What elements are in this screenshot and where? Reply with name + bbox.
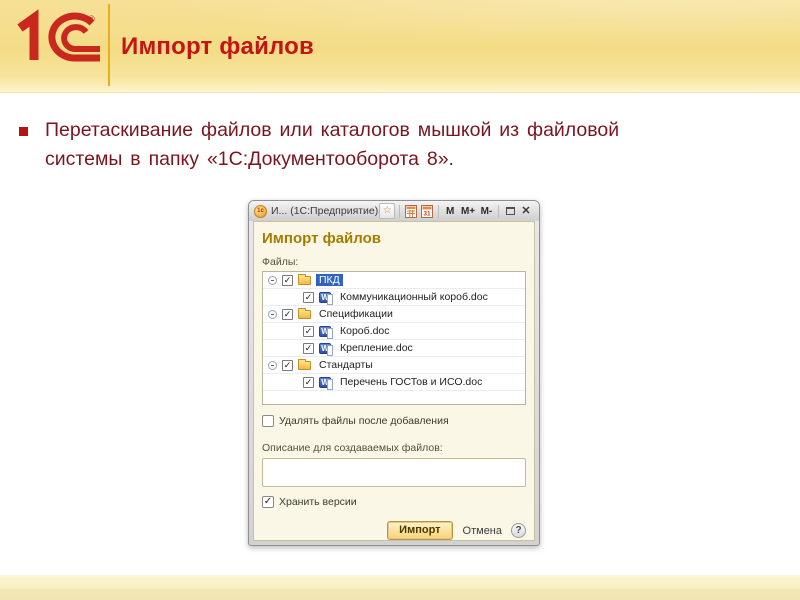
calendar-button[interactable]: 31 xyxy=(420,203,434,219)
tree-row-label[interactable]: Короб.doc xyxy=(337,325,393,337)
bullet-marker-icon xyxy=(19,127,28,136)
help-button[interactable]: ? xyxy=(511,523,526,538)
titlebar-separator xyxy=(399,204,401,218)
slide-footer xyxy=(0,575,800,600)
tree-row-label[interactable]: Перечень ГОСТов и ИСО.doc xyxy=(337,376,485,388)
memory-button-label: M+ xyxy=(460,205,476,217)
description-input[interactable] xyxy=(262,458,526,487)
tree-row-label[interactable]: Крепление.doc xyxy=(337,342,416,354)
titlebar-separator xyxy=(498,204,499,218)
registered-mark: ® xyxy=(88,14,95,24)
row-checkbox[interactable]: ✓ xyxy=(282,274,293,286)
presentation-slide: ® Импорт файлов Перетаскивание файлов ил… xyxy=(0,0,800,600)
delete-after-add-checkbox[interactable] xyxy=(262,415,274,427)
tree-row[interactable]: ✓ Спецификации xyxy=(263,306,525,323)
favorites-button[interactable]: ☆ xyxy=(379,203,396,219)
calendar-icon: 31 xyxy=(421,204,434,218)
bullet-block: Перетаскивание файлов или каталогов мышк… xyxy=(18,116,758,174)
keep-versions-checkbox-row[interactable]: ✓ Хранить версии xyxy=(262,496,526,508)
word-document-icon: W xyxy=(319,325,333,339)
tree-row[interactable]: ✓ W Перечень ГОСТов и ИСО.doc xyxy=(263,374,525,391)
word-document-icon: W xyxy=(319,376,333,390)
1c-app-icon: 1с xyxy=(254,204,267,218)
tree-row-label[interactable]: Коммуникационный короб.doc xyxy=(337,291,491,303)
memory-button-label: M- xyxy=(480,205,493,217)
row-checkbox[interactable]: ✓ xyxy=(303,342,314,354)
folder-icon xyxy=(298,273,311,285)
import-button[interactable]: Импорт xyxy=(387,521,453,540)
slide-title: Импорт файлов xyxy=(121,33,314,60)
memory-button-m-minus[interactable]: M- xyxy=(479,203,494,219)
description-label: Описание для создаваемых файлов: xyxy=(262,442,443,454)
slide-header: ® Импорт файлов xyxy=(0,0,800,93)
delete-after-add-checkbox-row[interactable]: Удалять файлы после добавления xyxy=(262,415,526,427)
collapse-expander-icon[interactable] xyxy=(268,360,277,370)
bullet-text-line: системы в папку «1С:Документооборота 8». xyxy=(45,148,454,170)
collapse-expander-icon[interactable] xyxy=(268,309,277,319)
header-divider xyxy=(108,4,110,86)
memory-button-label: M xyxy=(446,205,455,217)
memory-button-m-plus[interactable]: M+ xyxy=(459,203,477,219)
calculator-button[interactable] xyxy=(404,203,418,219)
tree-empty-row xyxy=(263,391,525,404)
row-checkbox[interactable]: ✓ xyxy=(303,325,314,337)
dialog-window-title: И... (1С:Предприятие) xyxy=(271,205,379,217)
dialog-heading: Импорт файлов xyxy=(262,230,381,247)
row-checkbox[interactable]: ✓ xyxy=(282,308,293,320)
file-tree[interactable]: ✓ ПКД ✓ W Коммуникационный короб.doc ✓ Специфи… xyxy=(262,271,526,405)
maximize-icon xyxy=(505,207,515,215)
memory-button-m[interactable]: M xyxy=(443,203,457,219)
keep-versions-checkbox[interactable]: ✓ xyxy=(262,496,274,508)
row-checkbox[interactable]: ✓ xyxy=(282,359,293,371)
collapse-expander-icon[interactable] xyxy=(268,275,277,285)
keep-versions-label: Хранить версии xyxy=(279,496,357,508)
tree-row-label[interactable]: ПКД xyxy=(316,274,343,286)
folder-icon xyxy=(298,307,311,319)
svg-text:31: 31 xyxy=(424,210,432,217)
word-document-icon: W xyxy=(319,291,333,305)
files-label: Файлы: xyxy=(262,256,299,268)
dialog-body: Импорт файлов Файлы: ✓ ПКД ✓ W Коммуникацион… xyxy=(253,221,535,541)
import-files-dialog: 1с И... (1С:Предприятие) ☆ 31 M M+ M- ✕ … xyxy=(248,200,540,546)
tree-row[interactable]: ✓ W Коммуникационный короб.doc xyxy=(263,289,525,306)
close-icon: ✕ xyxy=(521,204,531,217)
cancel-button[interactable]: Отмена xyxy=(463,525,502,537)
word-document-icon: W xyxy=(319,342,333,356)
row-checkbox[interactable]: ✓ xyxy=(303,376,314,388)
maximize-button[interactable] xyxy=(503,203,517,219)
dialog-button-row: Импорт Отмена ? xyxy=(262,521,526,540)
row-checkbox[interactable]: ✓ xyxy=(303,291,314,303)
tree-row[interactable]: ✓ ПКД xyxy=(263,272,525,289)
close-button[interactable]: ✕ xyxy=(519,203,533,219)
delete-after-add-label: Удалять файлы после добавления xyxy=(279,415,449,427)
folder-icon xyxy=(298,358,311,370)
bullet-text-line: Перетаскивание файлов или каталогов мышк… xyxy=(45,119,620,141)
tree-row[interactable]: ✓ W Короб.doc xyxy=(263,323,525,340)
tree-row-label[interactable]: Стандарты xyxy=(316,359,376,371)
bullet-text: Перетаскивание файлов или каталогов мышк… xyxy=(45,116,758,174)
calculator-icon xyxy=(405,204,418,218)
tree-row[interactable]: ✓ W Крепление.doc xyxy=(263,340,525,357)
star-icon: ☆ xyxy=(382,205,392,216)
tree-row[interactable]: ✓ Стандарты xyxy=(263,357,525,374)
tree-row-label[interactable]: Спецификации xyxy=(316,308,396,320)
dialog-titlebar[interactable]: 1с И... (1С:Предприятие) ☆ 31 M M+ M- ✕ xyxy=(249,201,539,221)
titlebar-separator xyxy=(438,204,440,218)
